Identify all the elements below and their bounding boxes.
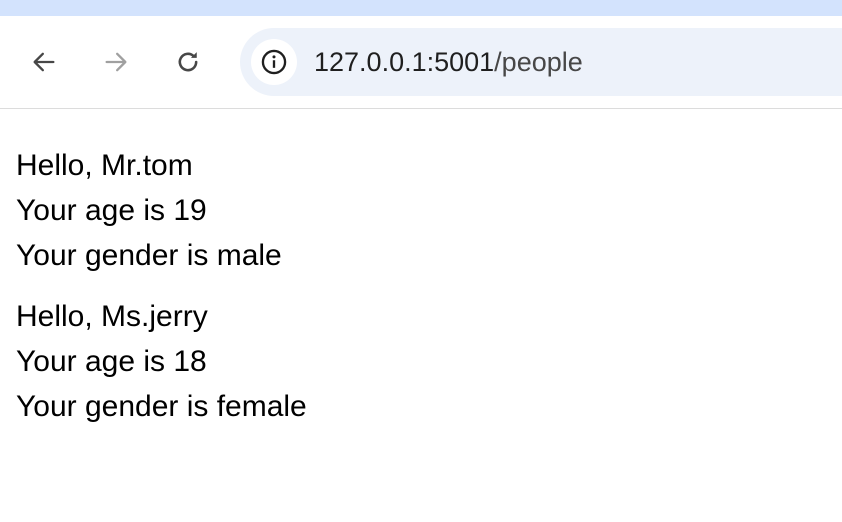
site-info-button[interactable] (251, 39, 297, 85)
reload-icon (178, 52, 198, 72)
person-block: Hello, Ms.jerry Your age is 18 Your gend… (16, 294, 307, 429)
back-arrow-icon (33, 52, 55, 72)
greeting-text: Hello, Mr.tom (16, 149, 193, 182)
reload-button[interactable] (168, 42, 208, 82)
forward-button[interactable] (96, 42, 136, 82)
gender-text: Your gender is male (16, 239, 282, 272)
person-block: Hello, Mr.tom Your age is 19 Your gender… (16, 143, 307, 278)
age-text: Your age is 18 (16, 345, 207, 378)
gender-text: Your gender is female (16, 390, 307, 423)
address-bar[interactable]: 127.0.0.1:5001/people (240, 28, 842, 96)
greeting-text: Hello, Ms.jerry (16, 300, 208, 333)
url-path: /people (494, 47, 583, 77)
url-host: 127.0.0.1:5001 (314, 47, 495, 77)
forward-arrow-icon (105, 52, 127, 72)
tab-strip (0, 0, 842, 16)
url-text[interactable]: 127.0.0.1:5001/people (314, 28, 583, 96)
page-content: Hello, Mr.tom Your age is 19 Your gender… (16, 143, 307, 445)
browser-toolbar: 127.0.0.1:5001/people (0, 16, 842, 109)
age-text: Your age is 19 (16, 194, 207, 227)
info-icon (261, 49, 287, 75)
back-button[interactable] (24, 42, 64, 82)
